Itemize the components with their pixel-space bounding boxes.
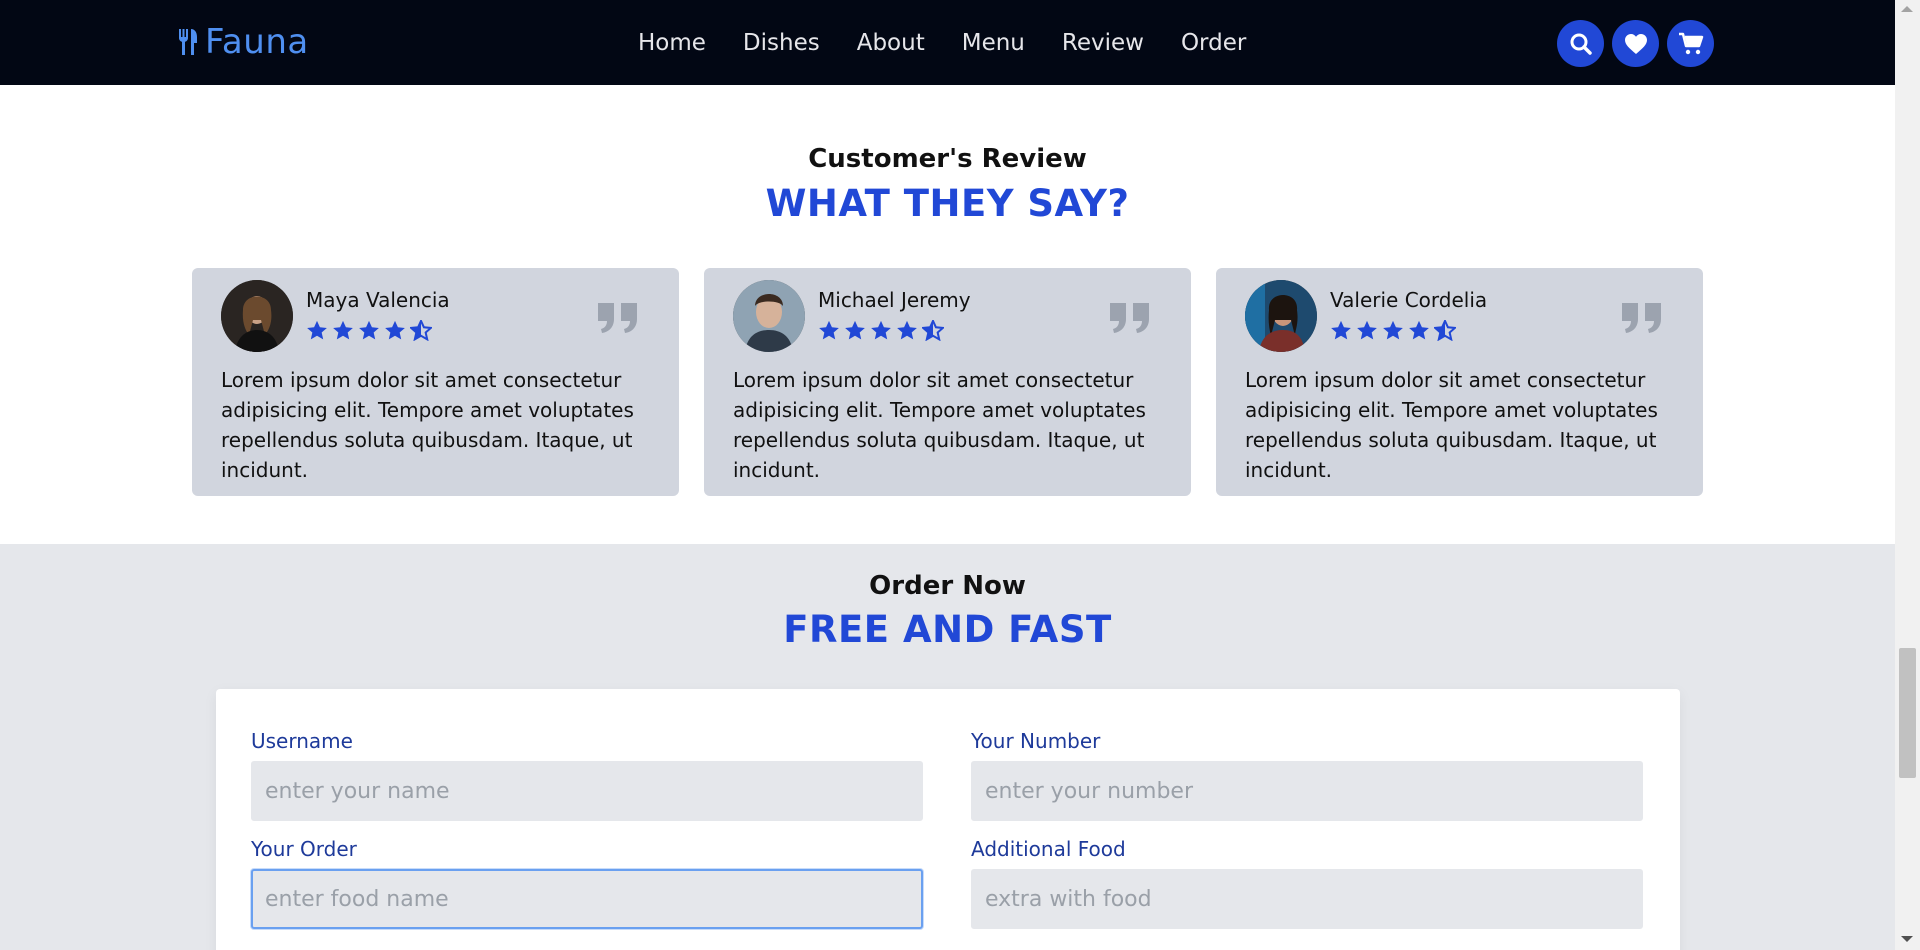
vertical-scrollbar[interactable] (1895, 0, 1920, 950)
username-input[interactable] (251, 761, 923, 821)
heart-icon (1624, 33, 1647, 54)
additional-food-label: Additional Food (971, 837, 1126, 861)
number-input[interactable] (971, 761, 1643, 821)
nav-menu[interactable]: Menu (962, 27, 1025, 59)
brand-name: Fauna (205, 22, 309, 62)
review-card: Maya Valencia Lorem ipsum dolor sit amet… (192, 268, 679, 496)
star-rating (1330, 320, 1456, 341)
main-nav: Home Dishes About Menu Review Order (638, 27, 1283, 59)
page: Fauna Home Dishes About Menu Review Orde… (0, 0, 1895, 950)
star-icon (385, 320, 405, 340)
header-actions (1557, 20, 1714, 67)
star-icon (819, 320, 839, 340)
number-label: Your Number (971, 729, 1101, 753)
star-icon (1383, 320, 1403, 340)
nav-order[interactable]: Order (1181, 27, 1246, 59)
wishlist-button[interactable] (1612, 20, 1659, 67)
scroll-down-arrow[interactable] (1901, 936, 1913, 942)
order-title: FREE AND FAST (783, 608, 1112, 651)
nav-home[interactable]: Home (638, 27, 706, 59)
star-icon (897, 320, 917, 340)
nav-dishes[interactable]: Dishes (743, 27, 820, 59)
star-icon (1409, 320, 1429, 340)
star-half-icon (922, 320, 944, 341)
search-button[interactable] (1557, 20, 1604, 67)
review-text: Lorem ipsum dolor sit amet consectetur a… (1245, 368, 1658, 482)
reviewer-name: Maya Valencia (306, 288, 450, 312)
food-name-input[interactable] (251, 869, 923, 929)
utensils-icon (179, 29, 197, 55)
review-text: Lorem ipsum dolor sit amet consectetur a… (221, 368, 634, 482)
star-icon (307, 320, 327, 340)
order-section: Order Now FREE AND FAST Username Your Nu… (0, 544, 1895, 950)
quote-icon (1110, 303, 1149, 333)
quote-icon (1622, 303, 1661, 333)
search-icon (1570, 33, 1592, 55)
review-title: WHAT THEY SAY? (765, 182, 1130, 225)
star-icon (359, 320, 379, 340)
cart-button[interactable] (1667, 20, 1714, 67)
username-label: Username (251, 729, 353, 753)
nav-about[interactable]: About (857, 27, 925, 59)
review-card: Valerie Cordelia Lorem ipsum dolor sit a… (1216, 268, 1703, 496)
star-icon (1331, 320, 1351, 340)
quote-icon (598, 303, 637, 333)
scroll-thumb[interactable] (1899, 648, 1916, 778)
order-form: Username Your Number Your Order Addition… (216, 689, 1680, 950)
avatar (1245, 280, 1317, 352)
order-label: Your Order (251, 837, 357, 861)
avatar (733, 280, 805, 352)
logo[interactable]: Fauna (177, 20, 309, 64)
star-icon (871, 320, 891, 340)
reviewer-name: Valerie Cordelia (1330, 288, 1488, 312)
reviewer-name: Michael Jeremy (818, 288, 971, 312)
scroll-up-arrow[interactable] (1901, 6, 1913, 12)
star-half-icon (410, 320, 432, 341)
header: Fauna Home Dishes About Menu Review Orde… (0, 0, 1895, 85)
review-card: Michael Jeremy Lorem ipsum dolor sit ame… (704, 268, 1191, 496)
star-rating (818, 320, 944, 341)
star-half-icon (1434, 320, 1456, 341)
cart-icon (1678, 32, 1703, 54)
order-subtitle: Order Now (869, 571, 1026, 601)
review-section: Customer's Review WHAT THEY SAY? Maya Va… (0, 85, 1895, 544)
star-icon (845, 320, 865, 340)
review-subtitle: Customer's Review (808, 144, 1087, 174)
star-icon (333, 320, 353, 340)
additional-food-input[interactable] (971, 869, 1643, 929)
nav-review[interactable]: Review (1062, 27, 1144, 59)
star-rating (306, 320, 432, 341)
avatar (221, 280, 293, 352)
review-text: Lorem ipsum dolor sit amet consectetur a… (733, 368, 1146, 482)
star-icon (1357, 320, 1377, 340)
